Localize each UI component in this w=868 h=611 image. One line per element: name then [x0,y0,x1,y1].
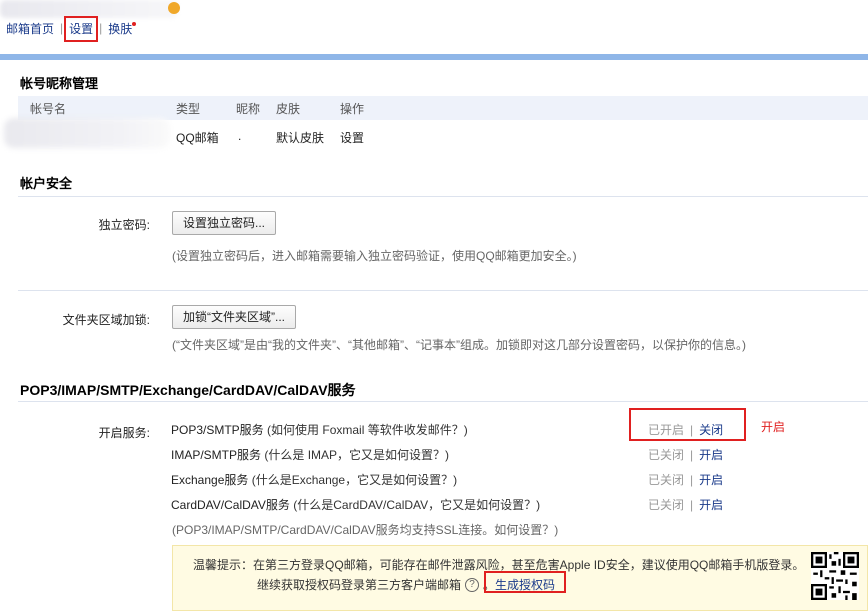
header-nickname: 昵称 [236,102,261,116]
question-icon[interactable]: ? [465,577,480,592]
open-service-link[interactable]: 开启 [699,498,723,512]
enable-services-label: 开启服务: [98,426,150,440]
open-service-link[interactable]: 开启 [699,473,723,487]
status-text: 已关闭 [648,498,685,512]
status-text: 已关闭 [648,473,685,487]
generate-auth-highlight-box [484,571,566,593]
service-name: IMAP/SMTP服务 [171,448,262,462]
header-action: 操作 [340,102,365,116]
service-pop3-smtp: POP3/SMTP服务 (如何使用 Foxmail 等软件收发邮件？) [171,421,468,438]
tip-auth-text: 继续获取授权码登录第三方客户端邮箱 [257,578,462,592]
services-section-title: POP3/IMAP/SMTP/Exchange/CardDAV/CalDAV服务 [20,382,356,398]
header-skin: 皮肤 [276,102,301,116]
separator: | [690,448,694,462]
service-status-exchange: 已关闭 | 开启 [648,471,723,488]
qr-code-icon [811,552,859,600]
user-status-icon [168,2,180,14]
service-help-link[interactable]: (什么是CardDAV/CalDAV，它又是如何设置？) [293,498,540,512]
service-exchange: Exchange服务 (什么是Exchange，它又是如何设置？) [171,471,457,488]
accent-bar [0,54,868,60]
separator: | [690,473,694,487]
independent-password-note: (设置独立密码后，进入邮箱需要输入独立密码验证，使用QQ邮箱更加安全。) [172,249,577,263]
account-skin: 默认皮肤 [276,131,325,145]
annotation-open: 开启 [761,420,786,434]
service-carddav-caldav: CardDAV/CalDAV服务 (什么是CardDAV/CalDAV，它又是如… [171,496,540,513]
status-text: 已关闭 [648,448,685,462]
separator: | [99,21,103,35]
divider [18,401,868,402]
service-help-link[interactable]: (如何使用 Foxmail 等软件收发邮件？) [267,423,468,437]
pop3-highlight-box [629,408,746,441]
service-status-carddav-caldav: 已关闭 | 开启 [648,496,723,513]
account-section-title: 帐号昵称管理 [20,76,99,91]
header-type: 类型 [176,102,201,116]
mail-home-link[interactable]: 邮箱首页 [6,20,54,37]
separator: | [60,21,64,35]
service-name: POP3/SMTP服务 [171,423,264,437]
account-settings-link[interactable]: 设置 [340,129,364,146]
security-section-title: 帐户安全 [20,176,73,191]
folder-lock-note: (“文件夹区域”是由“我的文件夹”、“其他邮箱”、“记事本”组成。加锁即对这几部… [172,338,746,352]
skin-link[interactable]: 换肤 [108,20,132,37]
top-bar: 邮箱首页 | 设置 | 换肤 [0,0,868,54]
separator: | [690,498,694,512]
divider [18,290,868,291]
service-help-link[interactable]: (什么是 IMAP，它又是如何设置？) [264,448,449,462]
service-name: CardDAV/CalDAV服务 [171,498,290,512]
independent-password-label: 独立密码: [98,218,150,232]
open-service-link[interactable]: 开启 [699,448,723,462]
service-status-imap-smtp: 已关闭 | 开启 [648,446,723,463]
blurred-account-name [4,118,170,148]
account-nickname: . [238,129,242,143]
folder-lock-label: 文件夹区域加锁: [62,313,150,327]
new-dot-icon [132,22,136,26]
service-help-link[interactable]: (什么是Exchange，它又是如何设置？) [252,473,457,487]
settings-highlight-box [64,16,98,42]
account-table-header: 帐号名 类型 昵称 皮肤 操作 [18,96,868,120]
header-account: 帐号名 [30,102,67,116]
account-type: QQ邮箱 [176,131,219,145]
ssl-note: (POP3/IMAP/SMTP/CardDAV/CalDAV服务均支持SSL连接… [172,523,559,537]
lock-folder-area-button[interactable]: 加锁“文件夹区域”... [172,305,296,329]
set-independent-password-button[interactable]: 设置独立密码... [172,211,277,235]
service-name: Exchange服务 [171,473,249,487]
service-imap-smtp: IMAP/SMTP服务 (什么是 IMAP，它又是如何设置？) [171,446,449,463]
divider [18,196,868,197]
